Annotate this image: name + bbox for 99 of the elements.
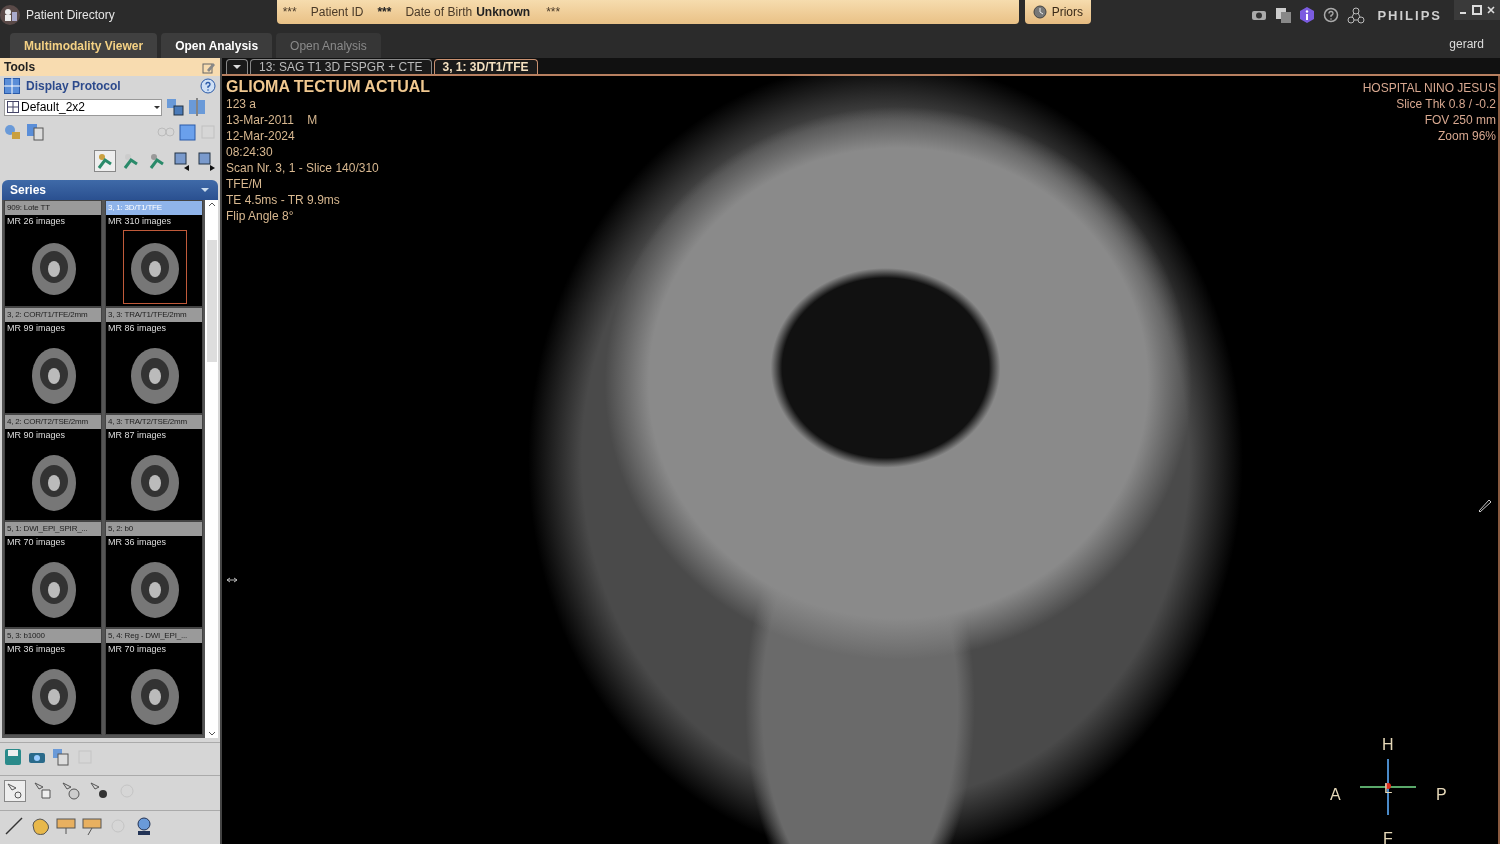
help-icon[interactable] <box>1323 7 1340 23</box>
scan-info-text: Zoom 96% <box>1436 128 1496 144</box>
split-view-icon[interactable] <box>166 98 184 116</box>
scan-info-text: HOSPITAL NINO JESUS <box>1362 80 1496 96</box>
help-icon[interactable] <box>200 78 216 94</box>
series-thumbnail-card[interactable]: 4, 2: COR/T2/TSE/2mm MR 90 images <box>4 414 102 521</box>
user-name[interactable]: gerard <box>1449 37 1484 51</box>
select-tool-icon[interactable] <box>4 780 26 802</box>
scan-info-text: Slice Thk 0.8 / -0.2 <box>1395 96 1496 112</box>
display-protocol-label[interactable]: Display Protocol <box>26 79 121 93</box>
window-title[interactable]: Patient Directory <box>26 8 115 22</box>
series-thumbnail-card[interactable]: 5, 2: b0 MR 36 images <box>105 521 203 628</box>
info-icon[interactable] <box>1299 7 1316 23</box>
maximize-icon[interactable] <box>1472 4 1482 16</box>
copy-icon[interactable] <box>1275 7 1292 23</box>
caret-icon <box>153 103 161 111</box>
dob-value: Unknown <box>476 5 531 19</box>
measure-tool-icon[interactable] <box>56 816 76 836</box>
dob-label: Date of Birth <box>405 5 473 19</box>
edit-icon[interactable] <box>202 60 216 74</box>
orientation-label: L <box>1384 779 1393 796</box>
study-title: GLIOMA TECTUM ACTUAL <box>226 78 431 96</box>
scan-info-text: FOV 250 mm <box>1423 112 1496 128</box>
viewer-menu-button[interactable] <box>226 59 248 74</box>
series-name: 3, 3: TRA/T1/TFE/2mm <box>106 308 202 322</box>
image-count: MR 87 images <box>108 430 167 440</box>
layout-icon <box>7 101 19 113</box>
series-title: Series <box>10 183 47 197</box>
tools-title: Tools <box>4 60 36 74</box>
patient-id-label: Patient ID <box>310 5 364 19</box>
resize-handle-icon[interactable] <box>226 576 238 584</box>
series-name: 5, 2: b0 <box>106 522 202 536</box>
orientation-label: P <box>1436 786 1447 804</box>
series-thumbnail-card[interactable]: 909: Lote TT MR 26 images <box>4 200 102 307</box>
orientation-cross-icon <box>1358 758 1418 816</box>
image-count: MR 86 images <box>108 323 167 333</box>
protocol-dropdown[interactable]: Default_2x2 <box>4 98 162 116</box>
annotate-tool-icon[interactable] <box>82 816 102 836</box>
series-name: 5, 4: Reg - DWI_EPI_... <box>106 629 202 643</box>
series-thumbnail-card[interactable]: 5, 3: b1000 MR 36 images <box>4 628 102 735</box>
tile-icon[interactable] <box>188 98 206 116</box>
series-thumbnail-card[interactable]: 5, 1: DWI_EPI_SPIR_... MR 70 images <box>4 521 102 628</box>
scrollbar-thumb[interactable] <box>207 240 217 362</box>
app-tab[interactable]: Open Analysis <box>161 33 273 58</box>
square-layout-icon[interactable] <box>179 123 196 141</box>
region-tool-icon[interactable] <box>30 816 50 836</box>
scan-info-text: TE 4.5ms - TR 9.9ms <box>226 192 341 208</box>
series-name: 5, 3: b1000 <box>5 629 101 643</box>
pan-tool-icon[interactable] <box>32 780 54 802</box>
scan-info-text: Flip Angle 8° <box>226 208 295 224</box>
clock-icon <box>1032 5 1047 19</box>
patient-name: *** <box>282 5 297 19</box>
scan-info-text: 123 a <box>226 96 258 112</box>
image-count: MR 36 images <box>7 644 66 654</box>
priors-button[interactable]: Priors <box>1024 0 1092 24</box>
line-tool-icon[interactable] <box>4 816 24 836</box>
banner-extra: *** <box>546 5 561 19</box>
scan-info-text: 12-Mar-2024 <box>226 128 296 144</box>
series-name: 4, 2: COR/T2/TSE/2mm <box>5 415 101 429</box>
series-thumbnail-card[interactable]: 3, 1: 3D/T1/TFE MR 310 images <box>105 200 203 307</box>
brand-logo: PHILIPS <box>1377 7 1442 23</box>
dropdown-icon[interactable] <box>200 185 210 195</box>
image-count: MR 310 images <box>108 216 172 226</box>
series-layout-icon[interactable] <box>26 123 44 141</box>
orientation-label: A <box>1330 786 1341 804</box>
series-thumbnail-card[interactable]: 3, 3: TRA/T1/TFE/2mm MR 86 images <box>105 307 203 414</box>
series-tab[interactable]: 3, 1: 3D/T1/TFE <box>433 59 538 74</box>
image-count: MR 90 images <box>7 430 66 440</box>
series-name: 4, 3: TRA/T2/TSE/2mm <box>106 415 202 429</box>
scan-info-text: TFE/M <box>226 176 263 192</box>
scrollbar[interactable] <box>205 200 218 738</box>
zoom-reset-icon[interactable] <box>134 816 154 836</box>
image-count: MR 70 images <box>7 537 66 547</box>
zoom-tool-icon[interactable] <box>60 780 82 802</box>
patient-id: *** <box>377 5 392 19</box>
image-count: MR 36 images <box>108 537 167 547</box>
series-name: 3, 1: 3D/T1/TFE <box>106 201 202 215</box>
image-count: MR 26 images <box>7 216 66 226</box>
scan-info-text: Scan Nr. 3, 1 - Slice 140/310 <box>226 160 380 176</box>
close-icon[interactable] <box>1486 4 1496 16</box>
image-count: MR 70 images <box>108 644 167 654</box>
series-name: 3, 2: COR/T1/TFE/2mm <box>5 308 101 322</box>
caret-icon <box>232 63 242 71</box>
orientation-label: H <box>1382 736 1394 754</box>
series-name: 909: Lote TT <box>5 201 101 215</box>
network-icon[interactable] <box>1347 6 1366 24</box>
orientation-label: F <box>1383 830 1393 844</box>
series-name: 5, 1: DWI_EPI_SPIR_... <box>5 522 101 536</box>
series-thumbnail-card[interactable]: 5, 4: Reg - DWI_EPI_... MR 70 images <box>105 628 203 735</box>
series-tab[interactable]: 13: SAG T1 3D FSPGR + CTE <box>250 59 432 74</box>
save-icon[interactable] <box>4 748 22 766</box>
scan-info-text: 08:24:30 <box>226 144 274 160</box>
scan-info-text: 13-Mar-2011 M <box>226 112 319 128</box>
app-tab[interactable]: Multimodality Viewer <box>10 33 158 58</box>
series-thumbnail-card[interactable]: 3, 2: COR/T1/TFE/2mm MR 99 images <box>4 307 102 414</box>
grid-layout-icon[interactable] <box>4 78 20 94</box>
image-count: MR 99 images <box>7 323 66 333</box>
series-thumbnail-card[interactable]: 4, 3: TRA/T2/TSE/2mm MR 87 images <box>105 414 203 521</box>
patient-directory-icon[interactable] <box>0 5 20 25</box>
